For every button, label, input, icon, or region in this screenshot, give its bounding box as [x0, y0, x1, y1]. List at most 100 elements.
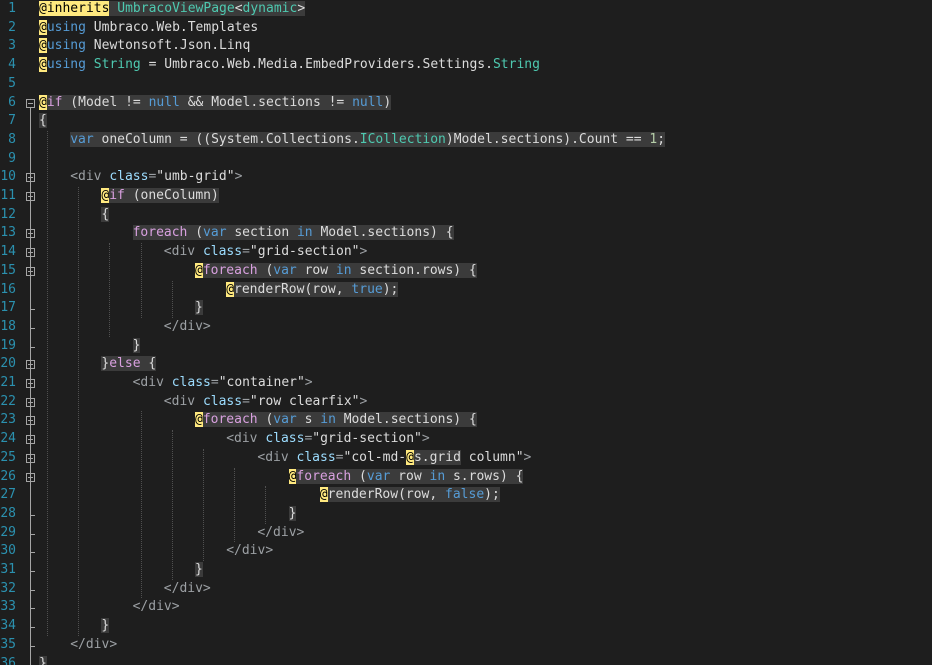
code-token: <div: [226, 431, 266, 447]
code-token: <div: [257, 449, 297, 465]
code-token: =: [210, 375, 219, 390]
code-line[interactable]: }: [39, 655, 47, 665]
code-line[interactable]: }: [195, 299, 203, 318]
code-token: </div>: [163, 580, 211, 596]
code-line[interactable]: }: [195, 561, 203, 580]
code-line[interactable]: <div class="grid-section">: [164, 243, 368, 262]
code-line[interactable]: <div class="umb-grid">: [70, 168, 242, 187]
code-token: </div>: [132, 599, 180, 615]
code-token: "grid-section": [312, 431, 422, 447]
indent-guide: [47, 130, 48, 636]
code-token: (: [351, 468, 367, 484]
line-number: 24: [0, 431, 16, 447]
razor-marker: @: [406, 449, 414, 465]
code-line[interactable]: }else {: [101, 355, 157, 374]
code-token: row: [390, 468, 430, 484]
code-line[interactable]: {: [101, 206, 110, 225]
code-token: in: [296, 225, 313, 241]
code-token: column": [460, 449, 524, 465]
code-line[interactable]: }: [132, 337, 141, 356]
code-token: section.rows) {: [351, 262, 477, 278]
code-token: >: [297, 1, 306, 16]
code-token: "grid-section": [249, 244, 360, 260]
code-line[interactable]: <div class="container">: [133, 374, 313, 393]
code-token: >: [234, 169, 243, 185]
code-token: <: [234, 1, 243, 16]
code-line[interactable]: var oneColumn = ((System.Collections.ICo…: [70, 131, 666, 150]
fold-region-end: [30, 533, 35, 535]
fold-region-end: [30, 571, 35, 572]
code-token: ;: [657, 131, 666, 147]
fold-region-end: [30, 327, 35, 329]
code-line[interactable]: <div class="col-md-@s.grid column">: [257, 449, 531, 468]
line-number: 18: [0, 318, 16, 334]
code-line[interactable]: @using String = Umbraco.Web.Media.EmbedP…: [39, 56, 540, 75]
fold-region-end: [30, 346, 35, 348]
code-token: foreach: [202, 412, 258, 428]
code-line[interactable]: @using Newtonsoft.Json.Linq: [39, 37, 250, 56]
fold-region-end: [30, 608, 35, 610]
line-number: 27: [0, 487, 16, 503]
code-token: "col-md-: [343, 449, 407, 465]
indent-guide: [171, 430, 173, 580]
indent-guide: [140, 411, 142, 599]
code-token: <div: [132, 375, 172, 390]
code-line[interactable]: </div>: [164, 580, 211, 599]
razor-marker: @: [195, 262, 203, 278]
code-line[interactable]: <div class="grid-section">: [226, 430, 430, 449]
code-token: dynamic: [242, 1, 298, 16]
code-token: ): [383, 94, 392, 110]
code-token: if: [109, 188, 125, 203]
indent-guide: [140, 243, 142, 318]
code-line[interactable]: @foreach (var row in s.rows) {: [288, 468, 524, 487]
code-token: "container": [218, 375, 305, 390]
code-line[interactable]: @if (oneColumn): [101, 187, 219, 206]
code-token: >: [359, 244, 368, 260]
code-line[interactable]: </div>: [70, 636, 117, 655]
code-editor[interactable]: 1 2 3 4 5 6 7 8 9 10 11 12 13 14 15 16 17 18 19 20 21 22 23 24 2…: [0, 0, 932, 665]
razor-marker: @: [39, 57, 47, 73]
code-token: class: [202, 393, 243, 409]
code-token: String: [492, 57, 540, 73]
code-line[interactable]: </div>: [164, 318, 211, 337]
code-line[interactable]: @renderRow(row, true);: [226, 281, 399, 300]
code-token: else: [109, 356, 141, 372]
code-token: false: [445, 487, 485, 503]
code-line[interactable]: </div>: [226, 542, 273, 561]
line-number: 29: [0, 524, 16, 540]
code-token: s.grid: [413, 449, 461, 465]
code-token: var: [273, 412, 297, 428]
code-line[interactable]: @renderRow(row, false);: [319, 486, 500, 505]
razor-marker: @: [39, 94, 47, 110]
code-line[interactable]: @inherits UmbracoViewPage<dynamic>: [39, 0, 306, 19]
code-line[interactable]: <div class="row clearfix">: [164, 393, 368, 412]
code-token: oneColumn = ((System.Collections.: [93, 131, 360, 147]
code-line[interactable]: }: [288, 505, 297, 524]
code-line[interactable]: @if (Model != null && Model.sections != …: [39, 94, 392, 113]
code-token: section: [226, 225, 297, 241]
code-token: in: [429, 468, 446, 484]
line-number: 25: [0, 449, 16, 465]
line-number: 5: [8, 75, 16, 91]
line-number: 8: [8, 131, 16, 147]
fold-region-line: [30, 481, 31, 515]
code-line[interactable]: </div>: [257, 524, 304, 543]
code-line[interactable]: }: [101, 617, 110, 636]
code-token: {: [101, 206, 110, 222]
code-token: (: [257, 412, 274, 428]
line-number: 1: [8, 1, 16, 16]
indent-guide: [109, 243, 111, 337]
code-line[interactable]: </div>: [133, 598, 180, 617]
code-token: >: [421, 431, 430, 447]
code-line[interactable]: {: [39, 112, 47, 131]
razor-marker: @: [39, 19, 47, 35]
code-token: (oneColumn): [124, 188, 219, 203]
code-line[interactable]: @using Umbraco.Web.Templates: [39, 19, 258, 38]
collapse-minus-icon[interactable]: [26, 98, 35, 108]
code-line[interactable]: @foreach (var s in Model.sections) {: [195, 411, 477, 430]
code-line[interactable]: @foreach (var row in section.rows) {: [195, 262, 477, 281]
code-line[interactable]: foreach (var section in Model.sections) …: [132, 224, 454, 243]
code-token: {: [140, 356, 157, 372]
